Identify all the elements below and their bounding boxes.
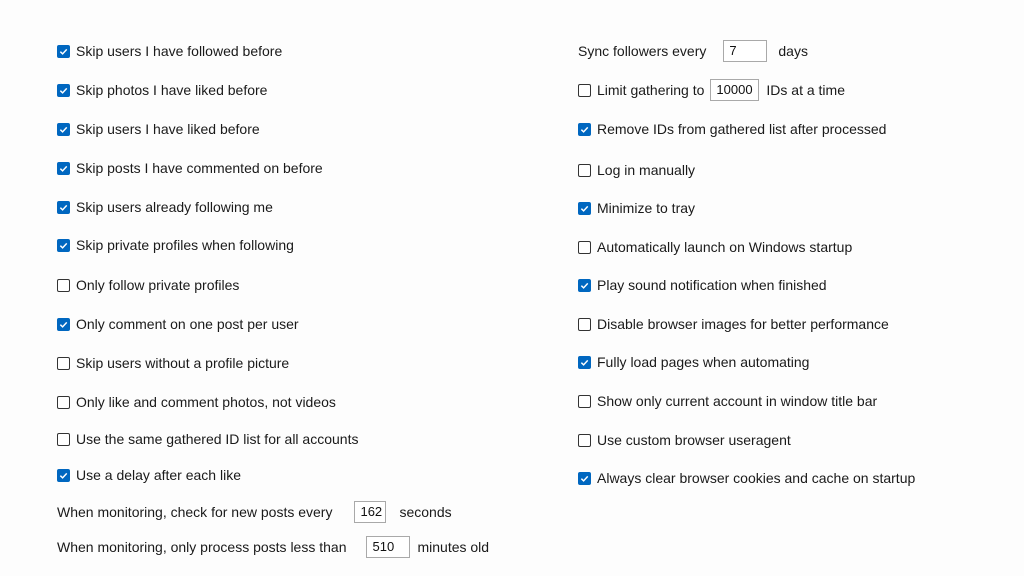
monitor-interval-input[interactable]: 162 (354, 501, 387, 523)
check-icon (59, 321, 68, 328)
checkbox[interactable] (578, 83, 591, 97)
checkbox[interactable] (578, 201, 591, 215)
right-option-6[interactable]: Fully load pages when automating (578, 352, 809, 372)
limit-gathering-input[interactable]: 10000 (710, 79, 760, 101)
sync-followers-unit: days (778, 43, 808, 59)
left-option-2[interactable]: Skip users I have liked before (57, 119, 260, 139)
checkbox[interactable] (578, 278, 591, 292)
option-label: Use the same gathered ID list for all ac… (76, 431, 359, 447)
checkbox[interactable] (578, 317, 591, 331)
check-icon (580, 359, 589, 366)
checkbox[interactable] (578, 163, 591, 177)
option-label: Play sound notification when finished (597, 277, 827, 293)
checkbox[interactable] (578, 240, 591, 254)
sync-followers-label: Sync followers every (578, 43, 707, 59)
left-option-4[interactable]: Skip users already following me (57, 197, 273, 217)
left-option-0[interactable]: Skip users I have followed before (57, 41, 282, 61)
left-option-7[interactable]: Only comment on one post per user (57, 314, 299, 334)
check-icon (59, 472, 68, 479)
limit-gathering-label: Limit gathering to (597, 82, 705, 98)
sync-followers-row: Sync followers every 7 days (578, 40, 808, 62)
right-option-2[interactable]: Minimize to tray (578, 198, 695, 218)
checkbox[interactable] (57, 317, 70, 331)
option-label: Log in manually (597, 162, 696, 178)
check-icon (580, 475, 589, 482)
check-icon (59, 204, 68, 211)
checkbox[interactable] (578, 122, 591, 136)
sync-followers-input[interactable]: 7 (723, 40, 768, 62)
checkbox[interactable] (57, 278, 70, 292)
check-icon (59, 126, 68, 133)
option-label: Automatically launch on Windows startup (597, 239, 853, 255)
right-option-4[interactable]: Play sound notification when finished (578, 275, 827, 295)
option-label: Only like and comment photos, not videos (76, 394, 336, 410)
check-icon (580, 126, 589, 133)
option-label: Skip photos I have liked before (76, 82, 268, 98)
check-icon (580, 205, 589, 212)
checkbox[interactable] (578, 394, 591, 408)
right-option-1[interactable]: Log in manually (578, 160, 695, 180)
left-option-3[interactable]: Skip posts I have commented on before (57, 158, 323, 178)
checkbox[interactable] (57, 432, 70, 446)
option-label: Use custom browser useragent (597, 432, 791, 448)
right-option-9[interactable]: Always clear browser cookies and cache o… (578, 468, 915, 488)
option-label: Disable browser images for better perfor… (597, 316, 889, 332)
checkbox[interactable] (57, 468, 70, 482)
option-label: Remove IDs from gathered list after proc… (597, 121, 887, 137)
checkbox[interactable] (578, 433, 591, 447)
checkbox[interactable] (57, 161, 70, 175)
left-option-11[interactable]: Use a delay after each like (57, 465, 241, 485)
left-option-5[interactable]: Skip private profiles when following (57, 235, 294, 255)
right-option-3[interactable]: Automatically launch on Windows startup (578, 237, 852, 257)
monitor-age-input[interactable]: 510 (366, 536, 411, 558)
option-label: Use a delay after each like (76, 467, 241, 483)
option-label: Skip users without a profile picture (76, 355, 290, 371)
option-label: Fully load pages when automating (597, 354, 810, 370)
check-icon (59, 87, 68, 94)
monitor-age-row: When monitoring, only process posts less… (57, 536, 490, 558)
option-label: Show only current account in window titl… (597, 393, 878, 409)
option-label: Only comment on one post per user (76, 316, 299, 332)
option-label: Only follow private profiles (76, 277, 240, 293)
checkbox[interactable] (57, 238, 70, 252)
right-option-5[interactable]: Disable browser images for better perfor… (578, 314, 889, 334)
option-label: Skip users I have liked before (76, 121, 260, 137)
checkbox[interactable] (57, 83, 70, 97)
option-label: Skip private profiles when following (76, 237, 294, 253)
left-option-8[interactable]: Skip users without a profile picture (57, 353, 289, 373)
check-icon (59, 48, 68, 55)
limit-gathering-unit: IDs at a time (766, 82, 845, 98)
check-icon (580, 282, 589, 289)
checkbox[interactable] (57, 122, 70, 136)
check-icon (59, 242, 68, 249)
option-label: Minimize to tray (597, 200, 696, 216)
monitor-interval-row: When monitoring, check for new posts eve… (57, 501, 452, 523)
monitor-age-unit: minutes old (417, 539, 490, 555)
right-option-0[interactable]: Remove IDs from gathered list after proc… (578, 119, 886, 139)
check-icon (59, 165, 68, 172)
right-option-7[interactable]: Show only current account in window titl… (578, 391, 877, 411)
monitor-interval-label: When monitoring, check for new posts eve… (57, 504, 333, 520)
left-option-9[interactable]: Only like and comment photos, not videos (57, 392, 336, 412)
checkbox[interactable] (57, 44, 70, 58)
left-option-1[interactable]: Skip photos I have liked before (57, 80, 267, 100)
settings-panel: Skip users I have followed before Skip p… (0, 0, 1024, 576)
left-option-10[interactable]: Use the same gathered ID list for all ac… (57, 429, 358, 449)
option-label: Always clear browser cookies and cache o… (597, 470, 916, 486)
checkbox[interactable] (57, 200, 70, 214)
checkbox[interactable] (578, 471, 591, 485)
checkbox[interactable] (57, 395, 70, 409)
left-option-6[interactable]: Only follow private profiles (57, 275, 239, 295)
checkbox[interactable] (57, 356, 70, 370)
option-label: Skip posts I have commented on before (76, 160, 323, 176)
right-option-8[interactable]: Use custom browser useragent (578, 430, 791, 450)
checkbox[interactable] (578, 355, 591, 369)
limit-gathering-row[interactable]: Limit gathering to 10000 IDs at a time (578, 79, 845, 101)
monitor-interval-unit: seconds (399, 504, 452, 520)
option-label: Skip users already following me (76, 199, 273, 215)
monitor-age-label: When monitoring, only process posts less… (57, 539, 347, 555)
option-label: Skip users I have followed before (76, 43, 283, 59)
